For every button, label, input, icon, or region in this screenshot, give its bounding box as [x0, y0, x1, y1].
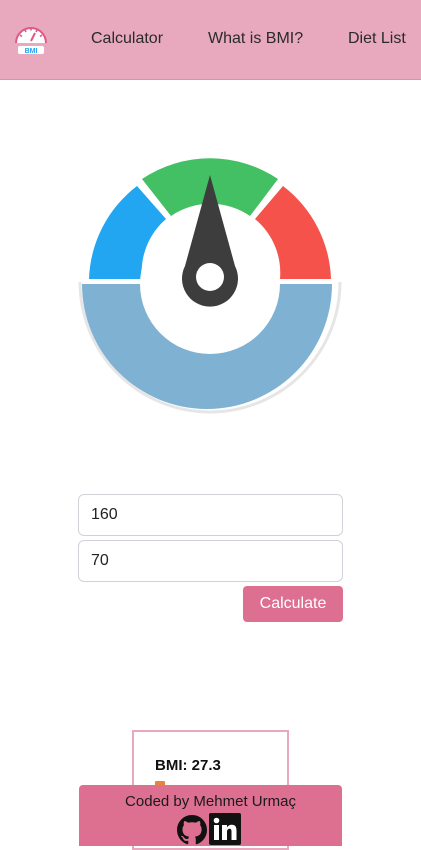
bmi-gauge-icon [70, 144, 350, 424]
bmi-result: BMI: 27.3 [155, 757, 221, 774]
footer-credit: Coded by Mehmet Urmaç [125, 793, 296, 810]
github-icon[interactable] [177, 815, 207, 845]
bmi-logo-icon[interactable]: BMI [13, 21, 49, 57]
calculate-button[interactable]: Calculate [243, 586, 343, 622]
weight-input[interactable] [78, 540, 343, 582]
nav-what-is-bmi[interactable]: What is BMI? [208, 30, 303, 48]
navbar: BMI Calculator What is BMI? Diet List [0, 0, 421, 80]
footer: Coded by Mehmet Urmaç [79, 785, 342, 846]
linkedin-icon[interactable] [209, 813, 241, 845]
nav-calculator[interactable]: Calculator [91, 30, 163, 48]
height-input[interactable] [78, 494, 343, 536]
logo-text: BMI [25, 48, 38, 55]
nav-diet-list[interactable]: Diet List [348, 30, 406, 48]
